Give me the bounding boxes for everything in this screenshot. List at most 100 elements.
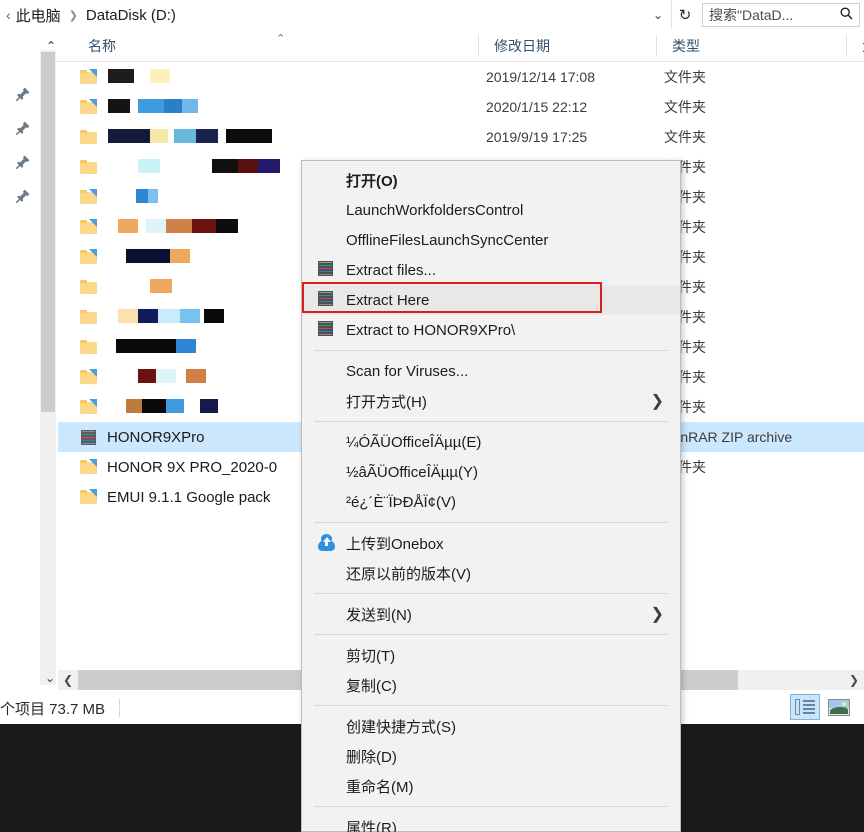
search-icon — [840, 7, 859, 23]
scroll-right-arrow-icon[interactable]: ❯ — [844, 670, 864, 690]
menu-item-0[interactable]: 打开(O) — [302, 165, 680, 195]
menu-item-15[interactable]: 复制(C) — [302, 670, 680, 700]
folder-shortcut-icon — [80, 399, 98, 415]
file-name-cell[interactable] — [80, 62, 470, 92]
folder-icon — [80, 309, 98, 325]
details-view-icon — [795, 699, 815, 715]
menu-item-10[interactable]: ²é¿´È¨ÏÞÐÅÏ¢(V) — [302, 487, 680, 517]
folder-icon — [80, 129, 98, 145]
scroll-down-arrow-icon[interactable]: ⌄ — [40, 668, 60, 688]
pin-icon[interactable] — [14, 120, 32, 138]
submenu-chevron-icon: ❯ — [650, 606, 664, 623]
menu-item-label: LaunchWorkfoldersControl — [346, 201, 524, 219]
menu-item-8[interactable]: ¼ÓÃÜOfficeÎÄµµ(E) — [302, 427, 680, 457]
column-header-label: 类型 — [672, 37, 700, 54]
winrar-icon — [318, 261, 335, 278]
menu-separator — [314, 705, 668, 706]
menu-item-label: 打开(O) — [346, 172, 398, 190]
search-input[interactable]: 搜索"DataD... — [702, 3, 860, 27]
large-icons-view-button[interactable] — [824, 694, 854, 720]
menu-item-label: Scan for Viruses... — [346, 362, 469, 380]
file-type-cell: 文件夹 — [664, 69, 706, 85]
menu-item-label: Extract Here — [346, 291, 430, 309]
back-chevron-icon: ‹ — [6, 7, 11, 23]
breadcrumb-item-datadisk[interactable]: DataDisk (D:) — [83, 5, 179, 26]
column-header-3[interactable]: 大 — [854, 30, 864, 61]
file-type-cell: 文件夹 — [664, 99, 706, 115]
menu-item-17[interactable]: 删除(D) — [302, 741, 680, 771]
menu-separator — [314, 593, 668, 594]
folder-shortcut-icon — [80, 489, 98, 505]
column-header-label: 修改日期 — [494, 37, 550, 54]
column-divider[interactable] — [656, 35, 657, 56]
folder-icon — [80, 279, 98, 295]
table-row[interactable]: 2020/1/15 22:12 文件夹 — [58, 92, 864, 122]
menu-item-13[interactable]: 发送到(N) ❯ — [302, 599, 680, 629]
folder-shortcut-icon — [80, 189, 98, 205]
pin-icon[interactable] — [14, 86, 32, 104]
breadcrumb-item-this-pc[interactable]: 此电脑 — [13, 3, 64, 27]
menu-item-6[interactable]: Scan for Viruses... — [302, 356, 680, 386]
scroll-left-arrow-icon[interactable]: ❮ — [58, 670, 78, 690]
menu-item-label: 属性(R) — [346, 819, 397, 832]
menu-separator — [314, 806, 668, 807]
menu-item-label: 创建快捷方式(S) — [346, 718, 456, 736]
context-menu: 打开(O) LaunchWorkfoldersControl OfflineFile… — [301, 160, 681, 832]
refresh-icon[interactable]: ↻ — [671, 1, 698, 29]
winrar-archive-icon — [80, 429, 98, 446]
column-header-label: 大 — [854, 36, 864, 56]
address-dropdown-icon[interactable]: ⌄ — [645, 1, 671, 29]
status-divider — [119, 699, 121, 717]
breadcrumb-separator-icon: ❯ — [68, 9, 78, 22]
folder-shortcut-icon — [80, 219, 98, 235]
column-divider[interactable] — [478, 35, 479, 56]
status-item-count: 个项目 73.7 MB — [0, 700, 106, 718]
menu-item-16[interactable]: 创建快捷方式(S) — [302, 711, 680, 741]
folder-shortcut-icon — [80, 369, 98, 385]
menu-item-label: 还原以前的版本(V) — [346, 565, 471, 583]
winrar-icon — [318, 291, 335, 308]
menu-item-9[interactable]: ½âÃÜOfficeÎÄµµ(Y) — [302, 457, 680, 487]
menu-item-1[interactable]: LaunchWorkfoldersControl — [302, 195, 680, 225]
menu-item-12[interactable]: 还原以前的版本(V) — [302, 558, 680, 588]
menu-item-11[interactable]: 上传到Onebox — [302, 528, 680, 558]
table-row[interactable]: 2019/9/19 17:25 文件夹 — [58, 122, 864, 152]
breadcrumb[interactable]: ‹ 此电脑 ❯ DataDisk (D:) — [0, 3, 645, 27]
folder-icon — [80, 159, 98, 175]
menu-item-label: 剪切(T) — [346, 647, 396, 665]
column-header-0[interactable]: 名称 — [80, 30, 116, 61]
file-name-cell[interactable] — [80, 122, 470, 152]
file-name-label: HONOR 9X PRO_2020-0 — [107, 458, 278, 476]
column-header-2[interactable]: 类型 — [664, 30, 700, 61]
menu-item-19[interactable]: 属性(R) — [302, 812, 680, 832]
winrar-icon — [318, 321, 335, 338]
file-name-label: EMUI 9.1.1 Google pack — [107, 488, 271, 506]
menu-item-3[interactable]: Extract files... — [302, 255, 680, 285]
menu-item-label: Extract files... — [346, 261, 437, 279]
column-header-1[interactable]: 修改日期 — [486, 30, 550, 61]
menu-item-18[interactable]: 重命名(M) — [302, 771, 680, 801]
pin-icon[interactable] — [14, 188, 32, 206]
file-date-cell: 2019/9/19 17:25 — [486, 129, 588, 145]
menu-item-label: 发送到(N) — [346, 606, 412, 624]
menu-item-2[interactable]: OfflineFilesLaunchSyncCenter — [302, 225, 680, 255]
column-header-label: 名称 — [88, 37, 116, 54]
menu-item-7[interactable]: 打开方式(H) ❯ — [302, 386, 680, 416]
menu-item-label: OfflineFilesLaunchSyncCenter — [346, 231, 549, 249]
column-divider[interactable] — [846, 35, 847, 56]
file-date-cell: 2020/1/15 22:12 — [486, 99, 588, 115]
file-name-cell[interactable] — [80, 92, 470, 122]
menu-item-4[interactable]: Extract Here — [302, 285, 680, 315]
details-view-button[interactable] — [790, 694, 820, 720]
menu-item-label: 打开方式(H) — [346, 393, 427, 411]
pin-icon[interactable] — [14, 154, 32, 172]
nav-pane-scrollbar-thumb[interactable] — [41, 52, 55, 412]
file-name-label: HONOR9XPro — [107, 428, 205, 446]
menu-separator — [314, 350, 668, 351]
menu-item-14[interactable]: 剪切(T) — [302, 640, 680, 670]
menu-item-label: 上传到Onebox — [346, 535, 444, 553]
menu-separator — [314, 522, 668, 523]
table-row[interactable]: 2019/12/14 17:08 文件夹 — [58, 62, 864, 92]
menu-item-5[interactable]: Extract to HONOR9XPro\ — [302, 315, 680, 345]
submenu-chevron-icon: ❯ — [650, 393, 664, 410]
